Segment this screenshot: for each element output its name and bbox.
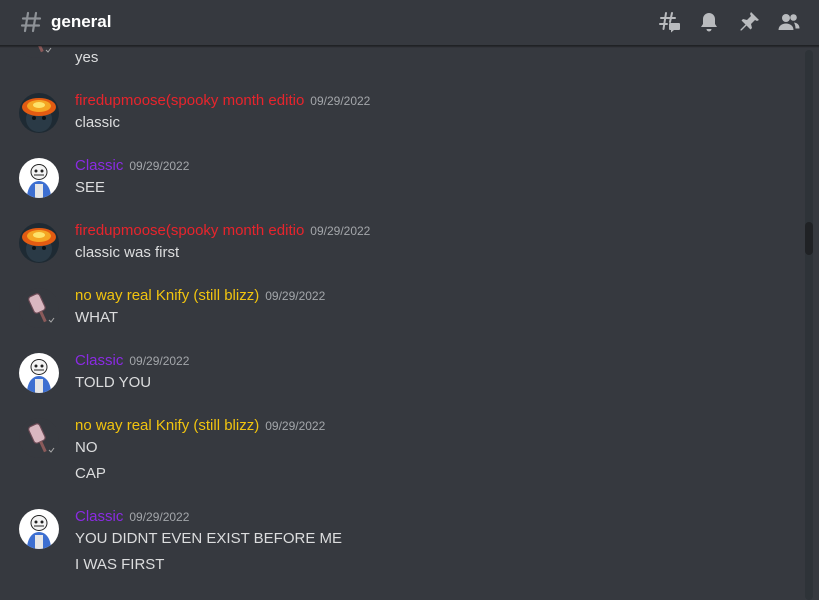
member-list-icon[interactable] [777, 10, 801, 34]
bell-icon[interactable] [697, 10, 721, 34]
hashtag-icon [20, 10, 42, 34]
message-text: YOU DIDNT EVEN EXIST BEFORE ME [75, 530, 342, 547]
message-text: TOLD YOU [75, 374, 152, 391]
message-text: classic was first [75, 244, 180, 261]
avatar[interactable] [16, 46, 56, 58]
timestamp: 09/29/2022 [129, 510, 190, 524]
timestamp: 09/29/2022 [310, 94, 371, 108]
message-item: yes [0, 46, 803, 76]
avatar[interactable] [19, 223, 59, 263]
avatar[interactable] [19, 509, 59, 549]
message-text: yes [75, 49, 99, 66]
avatar[interactable] [19, 93, 59, 133]
discord-chat-window: general yes firedupmoose(spooky month ed… [0, 0, 819, 600]
threads-icon[interactable] [658, 10, 682, 34]
message-header: Classic 09/29/2022 [75, 507, 189, 527]
username[interactable]: Classic [75, 508, 123, 525]
message-header: firedupmoose(spooky month editio 09/29/20… [75, 91, 370, 111]
timestamp: 09/29/2022 [265, 289, 326, 303]
username[interactable]: firedupmoose(spooky month editio [75, 222, 304, 239]
message-header: Classic 09/29/2022 [75, 156, 189, 176]
timestamp: 09/29/2022 [129, 159, 190, 173]
avatar[interactable] [19, 418, 59, 458]
message-text: CAP [75, 465, 106, 482]
message-item: no way real Knify (still blizz) 09/29/202… [0, 286, 803, 346]
message-item: Classic 09/29/2022 YOU DIDNT EVEN EXIST B… [0, 507, 803, 593]
message-list: yes firedupmoose(spooky month editio 09/2… [0, 46, 803, 600]
avatar[interactable] [19, 158, 59, 198]
channel-header: general [0, 0, 819, 46]
username[interactable]: no way real Knify (still blizz) [75, 287, 259, 304]
message-header: firedupmoose(spooky month editio 09/29/20… [75, 221, 370, 241]
username[interactable]: Classic [75, 157, 123, 174]
message-item: firedupmoose(spooky month editio 09/29/20… [0, 91, 803, 151]
timestamp: 09/29/2022 [129, 354, 190, 368]
timestamp: 09/29/2022 [265, 419, 326, 433]
message-text: NO [75, 439, 98, 456]
scrollbar-track[interactable] [805, 50, 813, 600]
message-item: Classic 09/29/2022 SEE [0, 156, 803, 216]
username[interactable]: no way real Knify (still blizz) [75, 417, 259, 434]
avatar[interactable] [19, 353, 59, 393]
message-text: I WAS FIRST [75, 556, 165, 573]
message-text: WHAT [75, 309, 119, 326]
avatar[interactable] [19, 288, 59, 328]
message-item: Classic 09/29/2022 TOLD YOU [0, 351, 803, 411]
message-header: no way real Knify (still blizz) 09/29/202… [75, 286, 325, 306]
username[interactable]: Classic [75, 352, 123, 369]
pin-icon[interactable] [737, 10, 761, 34]
timestamp: 09/29/2022 [310, 224, 371, 238]
username[interactable]: firedupmoose(spooky month editio [75, 92, 304, 109]
message-text: SEE [75, 179, 106, 196]
message-item: firedupmoose(spooky month editio 09/29/20… [0, 221, 803, 281]
message-text: classic [75, 114, 121, 131]
message-header: no way real Knify (still blizz) 09/29/202… [75, 416, 325, 436]
message-item: no way real Knify (still blizz) 09/29/202… [0, 416, 803, 502]
message-header: Classic 09/29/2022 [75, 351, 189, 371]
channel-name: general [51, 12, 112, 31]
scrollbar-thumb[interactable] [805, 222, 813, 255]
